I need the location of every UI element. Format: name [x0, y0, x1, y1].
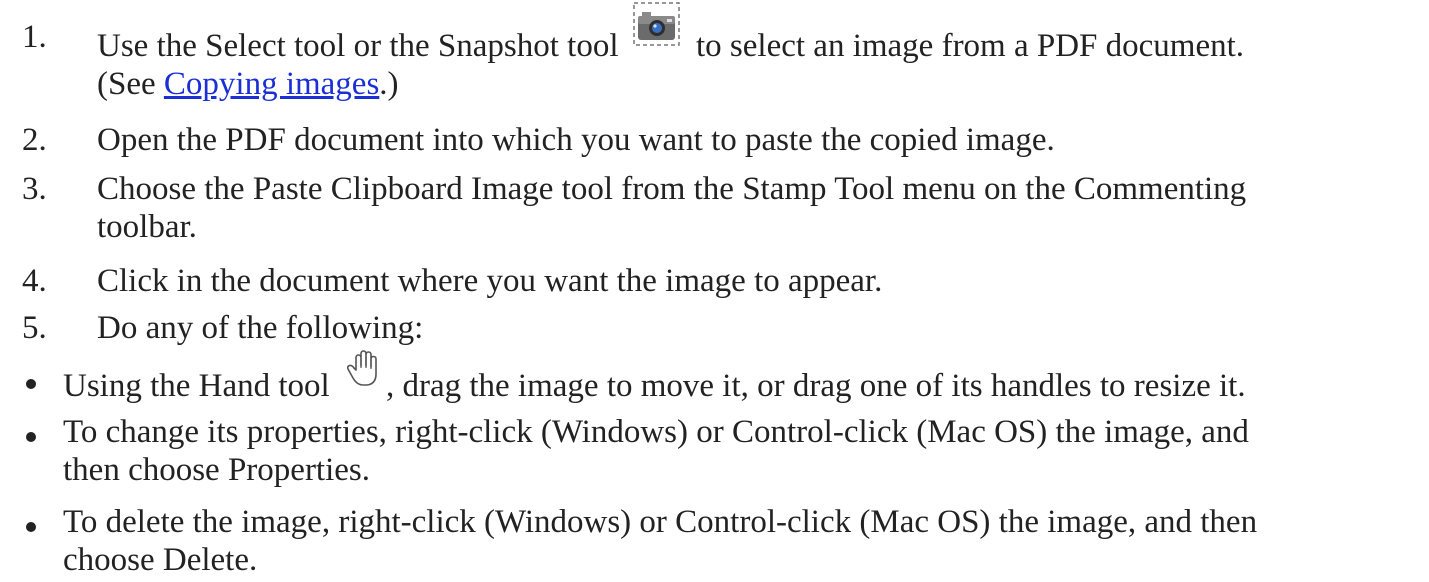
step-text: Use the Select tool or the Snapshot tool: [97, 28, 619, 64]
see-suffix: .): [379, 66, 399, 102]
step-text: Open the PDF document into which you wan…: [97, 122, 1055, 158]
step-item: 1. Use the Select tool or the Snapshot t…: [0, 2, 1429, 103]
snapshot-camera-icon: [633, 2, 680, 46]
option-text: choose Delete.: [63, 542, 258, 578]
step-number: 4.: [22, 263, 47, 299]
step-text: Do any of the following:: [97, 310, 424, 346]
step-text: toolbar.: [97, 209, 197, 245]
option-text: , drag the image to move it, or drag one…: [385, 368, 1246, 404]
option-item: To delete the image, right-click (Window…: [0, 503, 1429, 579]
step-text: Choose the Paste Clipboard Image tool fr…: [97, 171, 1247, 207]
step-number: 2.: [22, 122, 47, 158]
bullet-icon: [26, 432, 36, 442]
step-item: 3. Choose the Paste Clipboard Image tool…: [0, 170, 1429, 246]
step-item: 4. Click in the document where you want …: [0, 262, 1429, 300]
option-item: To change its properties, right-click (W…: [0, 413, 1429, 489]
option-item: Using the Hand tool , drag the image to …: [0, 350, 1429, 405]
step-number: 5.: [22, 310, 47, 346]
hand-icon: [344, 348, 384, 388]
option-text: To delete the image, right-click (Window…: [63, 504, 1258, 540]
option-text: Using the Hand tool: [63, 368, 330, 404]
bullet-icon: [26, 379, 36, 389]
option-text: To change its properties, right-click (W…: [63, 414, 1249, 450]
step-number: 1.: [22, 19, 47, 55]
bullet-icon: [26, 522, 36, 532]
step-number: 3.: [22, 171, 47, 207]
step-item: 5. Do any of the following:: [0, 309, 1429, 347]
step-item: 2. Open the PDF document into which you …: [0, 121, 1429, 159]
step-text: Click in the document where you want the…: [97, 263, 883, 299]
step-text: to select an image from a PDF document.: [696, 28, 1245, 64]
option-text: then choose Properties.: [63, 452, 371, 488]
copying-images-link[interactable]: Copying images: [164, 66, 379, 102]
see-prefix: (See: [97, 66, 164, 102]
